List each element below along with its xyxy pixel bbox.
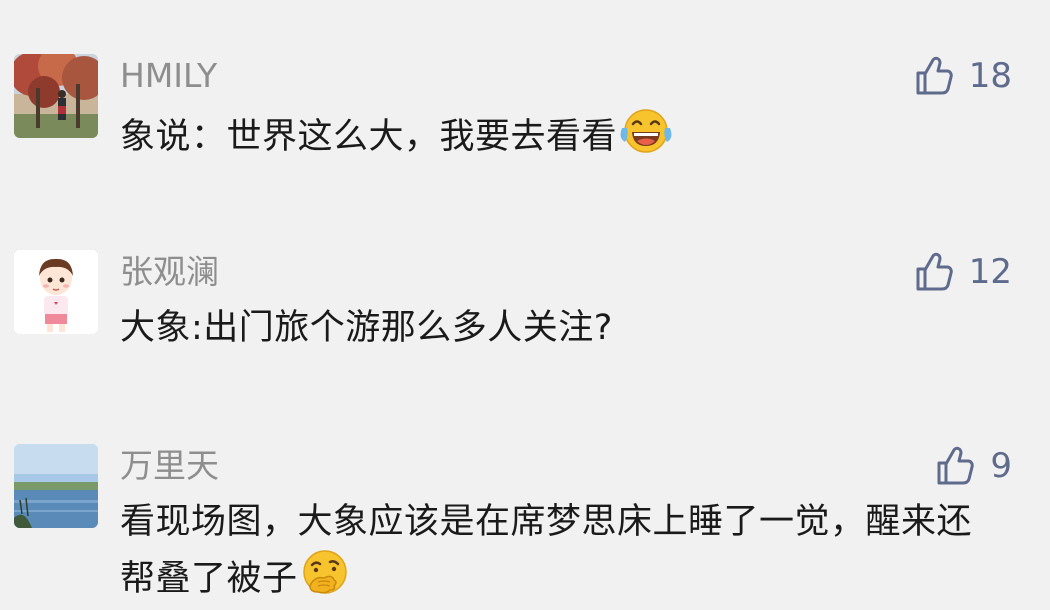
username[interactable]: HMILY — [120, 56, 217, 96]
comment-text: 大象:出门旅个游那么多人关注? — [120, 302, 1000, 354]
comment-text-body: 大象:出门旅个游那么多人关注? — [120, 308, 613, 348]
comment-text: 看现场图，大象应该是在席梦思床上睡了一觉，醒来还帮叠了被子 — [120, 496, 980, 605]
like-count: 9 — [990, 446, 1012, 486]
thumbs-up-icon — [916, 252, 953, 291]
laughing-tears-emoji-icon — [620, 109, 672, 153]
comment-text: 象说：世界这么大，我要去看看 — [120, 106, 1000, 163]
avatar[interactable] — [14, 444, 98, 528]
like-button[interactable]: 9 — [936, 444, 1012, 488]
like-count: 18 — [968, 56, 1012, 96]
thinking-hand-over-mouth-emoji-icon — [302, 550, 347, 594]
comment-text-body: 看现场图，大象应该是在席梦思床上睡了一觉，醒来还帮叠了被子 — [120, 502, 973, 599]
avatar[interactable] — [14, 54, 98, 138]
like-button[interactable]: 18 — [915, 54, 1012, 98]
thumbs-up-icon — [916, 56, 953, 95]
like-button[interactable]: 12 — [915, 250, 1012, 294]
thumbs-up-icon — [937, 446, 975, 485]
comment-text-body: 象说：世界这么大，我要去看看 — [120, 117, 618, 157]
username[interactable]: 张观澜 — [120, 252, 219, 292]
avatar[interactable] — [14, 250, 98, 334]
like-count: 12 — [968, 252, 1012, 292]
username[interactable]: 万里天 — [120, 446, 219, 486]
